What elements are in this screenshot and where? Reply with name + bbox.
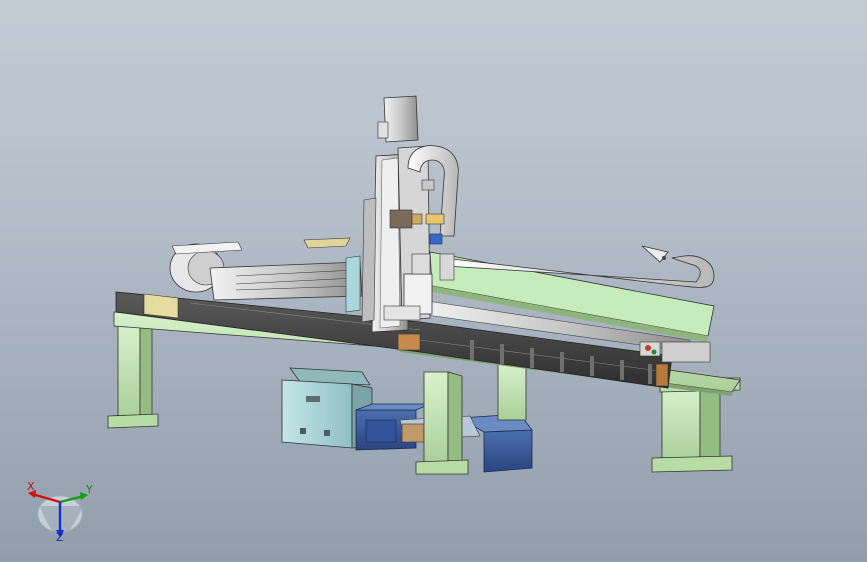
axis-x-label: X [27,480,35,493]
frame-leg-mid [415,371,469,475]
frame-leg-left [107,321,159,429]
cad-viewport[interactable]: X Y Z [0,0,867,562]
gantry-robot-model[interactable] [0,0,867,562]
frame-leg-back [497,361,527,421]
z-axis-column [361,95,433,333]
axis-y-label: Y [86,483,93,496]
axis-z-label: Z [56,531,64,544]
